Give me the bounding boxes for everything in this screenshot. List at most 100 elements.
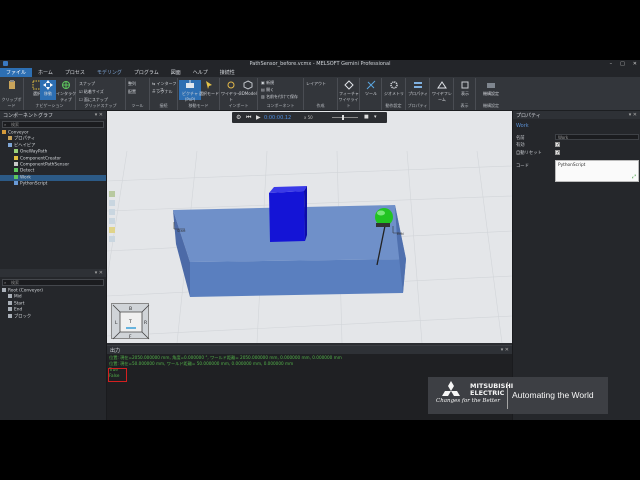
lower-search-input[interactable]: ⌕ 検索 xyxy=(2,279,104,286)
grid-size-label: 粘着サイズ xyxy=(83,89,104,94)
mechanism-icon xyxy=(487,83,495,88)
properties-title-bar: プロパティ ▾ ✕ xyxy=(513,111,640,119)
group-label-mechanism: 機構設定 xyxy=(483,103,499,108)
properties-title: プロパティ xyxy=(516,113,541,119)
ribbon-group-tool: ツール xyxy=(360,78,382,110)
properties-close-icon[interactable]: ▾ ✕ xyxy=(629,112,637,118)
node-icon xyxy=(8,313,12,318)
component-search-input[interactable]: ⌕ 検索 xyxy=(2,121,104,128)
camera-icon[interactable]: ■ xyxy=(364,114,369,120)
group-label-grid-snap: グリッドスナップ xyxy=(84,103,117,108)
ribbon-group-component: ▣ 新規 ▤ 開く ▥ 名前を付けて保存 コンポーネント xyxy=(258,78,304,110)
3d-viewport[interactable]: Start End ⚙ ⏮ ▶ 0:00:00.12 x 50 ■ ▾ B L … xyxy=(107,111,512,343)
wireframe-icon xyxy=(437,81,447,89)
settings-gear-icon[interactable]: ⚙ xyxy=(236,114,241,121)
node-icon xyxy=(8,307,12,312)
tree-item-label: Work xyxy=(20,175,31,181)
open-label: 開く xyxy=(266,87,275,92)
ribbon-group-mechanism: 機構設定 機構設定 xyxy=(476,78,506,110)
geo-tool-button[interactable]: ジオメトリ xyxy=(383,80,405,100)
path-icon xyxy=(14,149,18,154)
menu-bar: ファイル ホーム プロセス モデリング プログラム 図面 ヘルプ 接続性 xyxy=(0,68,640,77)
tree-item-pythonscript[interactable]: PythonScript xyxy=(0,181,106,187)
save-as-component-button[interactable]: ▥ 名前を付けて保存 xyxy=(261,94,298,101)
ribbon-group-connect: ⇆ インターフェース ≈ シグナル 接続 xyxy=(150,78,178,110)
save-as-label: 名前を付けて保存 xyxy=(266,94,299,99)
minimize-icon[interactable]: – xyxy=(610,61,613,67)
panel-close-icon[interactable]: ▾ ✕ xyxy=(95,112,103,118)
expand-icon[interactable]: ⤢ xyxy=(632,174,636,180)
viewport-side-toolbar xyxy=(109,191,117,245)
script-icon xyxy=(14,181,18,186)
lower-panel-close-icon[interactable]: ▾ ✕ xyxy=(95,270,103,276)
brand-tagline: Changes for the Better xyxy=(436,398,500,404)
view-tool-3[interactable] xyxy=(109,209,115,215)
mechanism-button[interactable]: 機構設定 xyxy=(480,80,502,100)
tool-label: ツール xyxy=(365,91,377,96)
view-tool-6[interactable] xyxy=(109,236,115,242)
place-button[interactable]: 配置 xyxy=(128,89,136,96)
output-close-icon[interactable]: ▾ ✕ xyxy=(501,347,509,353)
filter-icon[interactable]: ▾ xyxy=(374,114,377,120)
menu-drawing[interactable]: 図面 xyxy=(165,68,187,77)
interface-button[interactable]: ⇆ インターフェース xyxy=(152,81,177,92)
grid-size-toggle[interactable]: ☑ 粘着サイズ xyxy=(79,89,104,96)
creator-icon xyxy=(14,155,18,160)
prop-name-field[interactable]: Work xyxy=(555,134,639,140)
menu-file[interactable]: ファイル xyxy=(0,68,33,77)
view-tool-5[interactable] xyxy=(109,227,115,233)
sensor-base xyxy=(376,223,390,227)
node-item-label: End xyxy=(14,307,23,313)
output-log: 位置: 現在=2050.000000 mm, 角度=0.000000 °, ワー… xyxy=(107,354,512,379)
view-tool-4[interactable] xyxy=(109,218,115,224)
speed-slider[interactable] xyxy=(332,117,358,118)
menu-help[interactable]: ヘルプ xyxy=(187,68,214,77)
view-tool-1[interactable] xyxy=(109,191,115,197)
prop-code-field[interactable]: PythonScript ⤢ xyxy=(555,160,639,182)
mechanism-label: 機構設定 xyxy=(483,91,499,96)
maximize-icon[interactable]: □ xyxy=(620,61,625,67)
tree-item-label: ComponentCreator xyxy=(20,156,61,162)
layout-button[interactable]: レイアウト xyxy=(306,81,326,88)
menu-process[interactable]: プロセス xyxy=(59,68,91,77)
prop-enabled-checkbox[interactable]: ✓ xyxy=(555,142,560,148)
geo-tool-label: ジオメトリ xyxy=(384,91,404,96)
group-label-clipboard: クリップボード xyxy=(1,97,22,108)
end-frame-label: End xyxy=(397,232,404,236)
new-component-button[interactable]: ▣ 新規 xyxy=(261,80,274,87)
component-search-placeholder: 検索 xyxy=(11,122,19,127)
close-icon[interactable]: ✕ xyxy=(633,61,637,67)
menu-modeling[interactable]: モデリング xyxy=(91,68,128,77)
property-button[interactable]: プロパティ xyxy=(407,80,429,100)
geometry-icon xyxy=(227,81,235,89)
view-cube[interactable]: B L T R F xyxy=(111,303,150,340)
node-item-block[interactable]: ブロック xyxy=(0,313,106,320)
move-button[interactable]: 移動 xyxy=(40,80,56,100)
signal-button[interactable]: ≈ シグナル xyxy=(152,89,173,96)
menu-program[interactable]: プログラム xyxy=(128,68,165,77)
view-tool-2[interactable] xyxy=(109,200,115,206)
svg-text:T: T xyxy=(128,319,132,325)
select-mode-button[interactable]: 選択モード xyxy=(198,80,220,100)
speed-slider-handle[interactable] xyxy=(342,115,344,120)
sensor-icon xyxy=(14,161,18,166)
play-icon[interactable]: ▶ xyxy=(256,114,261,121)
open-component-button[interactable]: ▤ 開く xyxy=(261,87,274,94)
tool-button[interactable]: ツール xyxy=(360,80,382,100)
work-box-model[interactable] xyxy=(269,186,307,242)
import-3d-button[interactable]: 3DModel xyxy=(237,80,259,100)
new-label: 新規 xyxy=(266,80,275,85)
snap-toggle[interactable]: スナップ xyxy=(79,81,95,88)
interactive-button[interactable]: インタラクティブ xyxy=(56,80,76,102)
node-item-label: ブロック xyxy=(14,314,32,320)
wireframe-button[interactable]: ワイヤフレーム xyxy=(431,80,453,102)
prop-autoreset-checkbox[interactable]: ✓ xyxy=(555,150,560,156)
reset-icon[interactable]: ⏮ xyxy=(246,114,251,122)
show-button[interactable]: 表示 xyxy=(454,80,476,100)
group-label-move-mode: 移動モード xyxy=(188,103,209,108)
align-button[interactable]: 整列 xyxy=(128,81,136,88)
simulation-toolbar: ⚙ ⏮ ▶ 0:00:00.12 x 50 ■ ▾ xyxy=(232,112,387,123)
node-icon xyxy=(8,300,12,305)
menu-connectivity[interactable]: 接続性 xyxy=(214,68,241,77)
menu-home[interactable]: ホーム xyxy=(32,68,59,77)
